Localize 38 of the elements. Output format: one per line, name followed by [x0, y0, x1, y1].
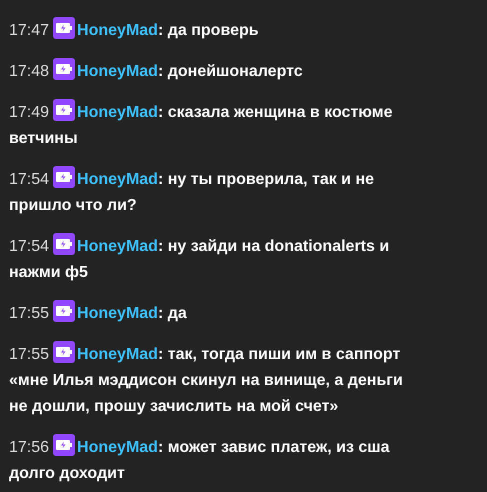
username[interactable]: HoneyMad — [77, 104, 158, 121]
timestamp: 17:49 — [9, 104, 50, 121]
timestamp: 17:56 — [9, 439, 50, 456]
badge-icon — [53, 17, 76, 39]
message-text: : сказала женщина в костюме — [158, 104, 392, 121]
timestamp: 17:48 — [9, 63, 50, 80]
message-text: долго доходит — [9, 464, 125, 484]
timestamp: 17:55 — [9, 305, 50, 322]
timestamp: 17:47 — [9, 22, 50, 39]
username[interactable]: HoneyMad — [77, 346, 158, 363]
username[interactable]: HoneyMad — [77, 22, 158, 39]
badge-icon — [53, 434, 76, 456]
message-text: : донейшоналертс — [158, 63, 303, 80]
message-text: : может завис платеж, из сша — [158, 439, 390, 456]
message-text: : ну ты проверила, так и не — [158, 171, 374, 188]
timestamp: 17:54 — [9, 238, 50, 255]
username[interactable]: HoneyMad — [77, 171, 158, 188]
username[interactable]: HoneyMad — [77, 305, 158, 322]
message-text: : да проверь — [158, 22, 259, 39]
badge-icon — [53, 166, 76, 188]
timestamp: 17:55 — [9, 346, 50, 363]
message-text: : ну зайди на donationalerts и — [158, 238, 390, 255]
badge-icon — [53, 99, 76, 121]
badge-icon — [53, 341, 76, 363]
message-text: не дошли, прошу зачислить на мой счет» — [9, 397, 338, 417]
timestamp: 17:54 — [9, 171, 50, 188]
username[interactable]: HoneyMad — [77, 63, 158, 80]
badge-icon — [53, 233, 76, 255]
message-text: пришло что ли? — [9, 196, 137, 216]
message-text: нажми ф5 — [9, 263, 88, 283]
message-text: : так, тогда пиши им в саппорт — [158, 346, 400, 363]
message-text: «мне Илья мэддисон скинул на винище, а деньги — [9, 371, 403, 391]
badge-icon — [53, 300, 76, 322]
message-text: : да — [158, 305, 187, 322]
badge-icon — [53, 58, 76, 80]
username[interactable]: HoneyMad — [77, 439, 158, 456]
message-text: ветчины — [9, 129, 78, 149]
username[interactable]: HoneyMad — [77, 238, 158, 255]
